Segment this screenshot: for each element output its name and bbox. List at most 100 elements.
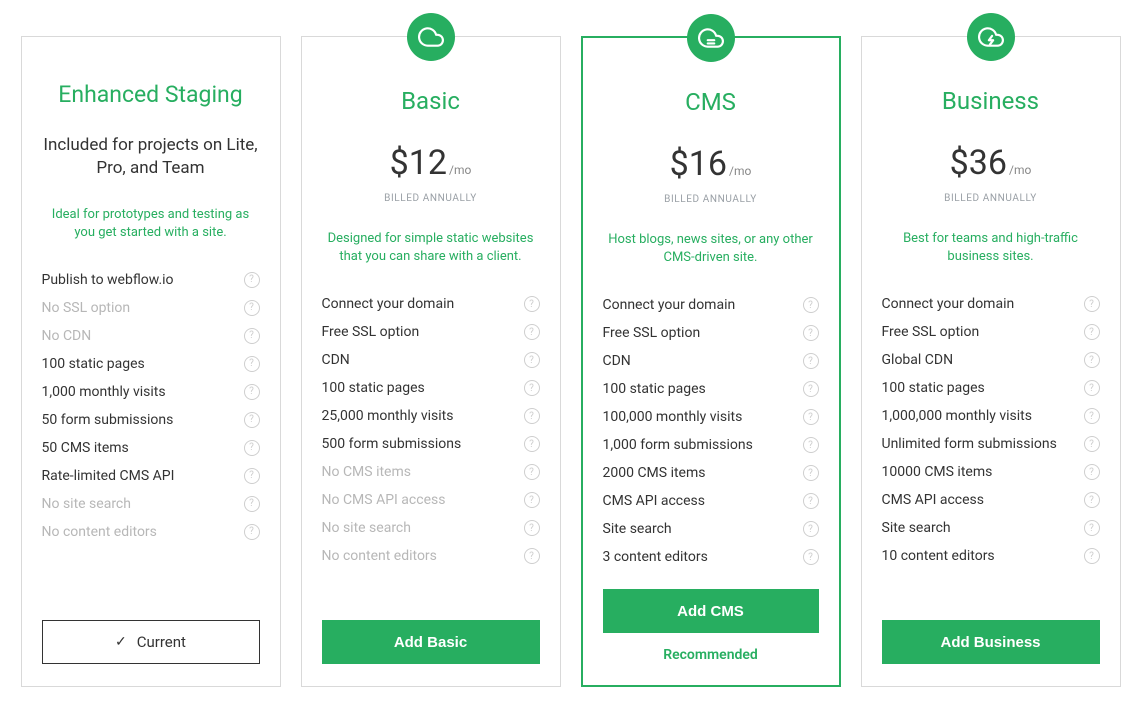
help-icon[interactable]: ? xyxy=(1084,296,1100,312)
cta-label: Current xyxy=(137,633,186,651)
plan-subtitle: Included for projects on Lite, Pro, and … xyxy=(42,134,260,180)
feature-label: No site search xyxy=(322,520,411,536)
help-icon[interactable]: ? xyxy=(244,272,260,288)
feature-label: CDN xyxy=(322,352,350,368)
feature-label: 1,000 monthly visits xyxy=(42,384,166,400)
help-icon[interactable]: ? xyxy=(524,548,540,564)
feature-row: 1,000,000 monthly visits? xyxy=(882,402,1100,430)
plan-price: $36 xyxy=(950,143,1007,183)
feature-label: Connect your domain xyxy=(882,296,1015,312)
help-icon[interactable]: ? xyxy=(244,384,260,400)
feature-row: CMS API access? xyxy=(882,486,1100,514)
feature-row: Publish to webflow.io? xyxy=(42,266,260,294)
help-icon[interactable]: ? xyxy=(524,408,540,424)
feature-label: 500 form submissions xyxy=(322,436,462,452)
help-icon[interactable]: ? xyxy=(1084,520,1100,536)
feature-label: CMS API access xyxy=(603,493,706,509)
help-icon[interactable]: ? xyxy=(244,300,260,316)
feature-label: Global CDN xyxy=(882,352,954,368)
help-icon[interactable]: ? xyxy=(244,412,260,428)
add-cms-button[interactable]: Add CMS xyxy=(603,589,819,633)
help-icon[interactable]: ? xyxy=(803,521,819,537)
help-icon[interactable]: ? xyxy=(244,440,260,456)
help-icon[interactable]: ? xyxy=(1084,408,1100,424)
help-icon[interactable]: ? xyxy=(524,296,540,312)
feature-label: CMS API access xyxy=(882,492,985,508)
help-icon[interactable]: ? xyxy=(803,465,819,481)
plan-description: Host blogs, news sites, or any other CMS… xyxy=(603,231,819,269)
feature-row: 100 static pages? xyxy=(322,374,540,402)
help-icon[interactable]: ? xyxy=(1084,436,1100,452)
help-icon[interactable]: ? xyxy=(1084,380,1100,396)
plan-description: Ideal for prototypes and testing as you … xyxy=(42,206,260,244)
help-icon[interactable]: ? xyxy=(244,496,260,512)
plan-price-row: $36 /mo xyxy=(882,143,1100,183)
help-icon[interactable]: ? xyxy=(803,549,819,565)
help-icon[interactable]: ? xyxy=(524,520,540,536)
feature-row: No site search? xyxy=(322,514,540,542)
plan-card-staging: Enhanced Staging Included for projects o… xyxy=(21,36,281,687)
feature-row: No content editors? xyxy=(322,542,540,570)
help-icon[interactable]: ? xyxy=(1084,492,1100,508)
help-icon[interactable]: ? xyxy=(244,356,260,372)
feature-label: 10 content editors xyxy=(882,548,995,564)
help-icon[interactable]: ? xyxy=(524,436,540,452)
feature-label: Rate-limited CMS API xyxy=(42,468,175,484)
feature-label: Publish to webflow.io xyxy=(42,272,174,288)
help-icon[interactable]: ? xyxy=(244,328,260,344)
feature-row: 1,000 monthly visits? xyxy=(42,378,260,406)
feature-row: 10 content editors? xyxy=(882,542,1100,570)
feature-row: Site search? xyxy=(603,515,819,543)
help-icon[interactable]: ? xyxy=(524,324,540,340)
help-icon[interactable]: ? xyxy=(803,437,819,453)
feature-row: 10000 CMS items? xyxy=(882,458,1100,486)
feature-label: Free SSL option xyxy=(882,324,980,340)
help-icon[interactable]: ? xyxy=(244,524,260,540)
add-basic-button[interactable]: Add Basic xyxy=(322,620,540,664)
plan-per: /mo xyxy=(729,164,751,178)
help-icon[interactable]: ? xyxy=(524,464,540,480)
plan-billing: BILLED ANNUALLY xyxy=(322,193,540,204)
cloud-icon xyxy=(407,13,455,61)
plan-title: CMS xyxy=(603,88,819,116)
feature-label: 2000 CMS items xyxy=(603,465,706,481)
plan-card-cms: CMS $16 /mo BILLED ANNUALLY Host blogs, … xyxy=(581,36,841,687)
feature-row: Connect your domain? xyxy=(882,290,1100,318)
help-icon[interactable]: ? xyxy=(1084,352,1100,368)
feature-row: Free SSL option? xyxy=(322,318,540,346)
help-icon[interactable]: ? xyxy=(1084,324,1100,340)
feature-row: 50 CMS items? xyxy=(42,434,260,462)
current-plan-button: ✓ Current xyxy=(42,620,260,664)
help-icon[interactable]: ? xyxy=(1084,464,1100,480)
help-icon[interactable]: ? xyxy=(524,352,540,368)
help-icon[interactable]: ? xyxy=(803,381,819,397)
help-icon[interactable]: ? xyxy=(803,325,819,341)
help-icon[interactable]: ? xyxy=(803,297,819,313)
help-icon[interactable]: ? xyxy=(803,353,819,369)
feature-row: 100 static pages? xyxy=(603,375,819,403)
feature-label: 1,000,000 monthly visits xyxy=(882,408,1032,424)
feature-label: Connect your domain xyxy=(322,296,455,312)
feature-row: Site search? xyxy=(882,514,1100,542)
help-icon[interactable]: ? xyxy=(524,380,540,396)
plan-description: Best for teams and high-traffic business… xyxy=(882,230,1100,268)
feature-label: No CDN xyxy=(42,328,92,344)
help-icon[interactable]: ? xyxy=(803,409,819,425)
feature-label: Connect your domain xyxy=(603,297,736,313)
add-business-button[interactable]: Add Business xyxy=(882,620,1100,664)
feature-label: 3 content editors xyxy=(603,549,708,565)
feature-row: 25,000 monthly visits? xyxy=(322,402,540,430)
help-icon[interactable]: ? xyxy=(803,493,819,509)
feature-row: Connect your domain? xyxy=(603,291,819,319)
help-icon[interactable]: ? xyxy=(1084,548,1100,564)
plan-price-row: $12 /mo xyxy=(322,143,540,183)
feature-row: Connect your domain? xyxy=(322,290,540,318)
feature-label: 100 static pages xyxy=(322,380,425,396)
help-icon[interactable]: ? xyxy=(244,468,260,484)
feature-label: No content editors xyxy=(42,524,157,540)
plan-features: Publish to webflow.io?No SSL option?No C… xyxy=(42,266,260,602)
feature-row: 500 form submissions? xyxy=(322,430,540,458)
plan-price-row: $16 /mo xyxy=(603,144,819,184)
help-icon[interactable]: ? xyxy=(524,492,540,508)
feature-label: 100,000 monthly visits xyxy=(603,409,743,425)
